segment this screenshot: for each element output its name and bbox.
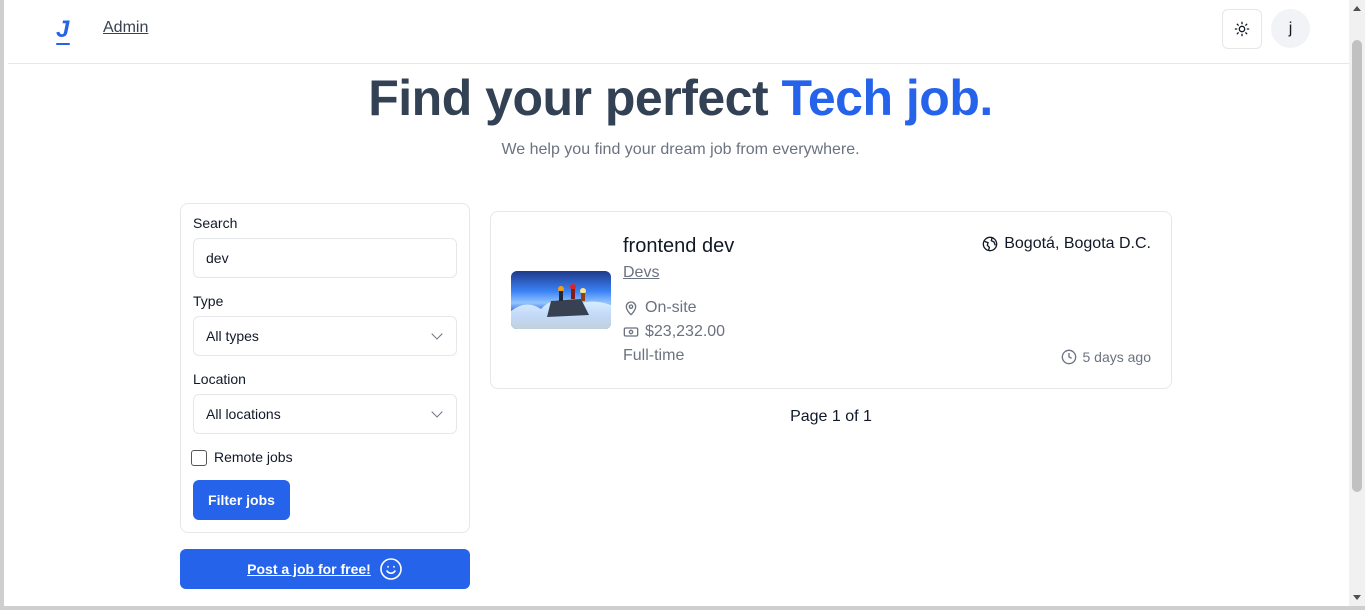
scroll-down-arrow-icon[interactable] [1353,595,1361,600]
page-title: Find your perfect Tech job. [8,68,1353,128]
location-select[interactable]: All locations [193,394,457,434]
admin-link[interactable]: Admin [103,19,148,37]
browser-viewport: J Admin j Find your perfect Tech job. We… [0,0,1365,610]
filter-panel: Search dev Type All types Location All l… [180,203,470,533]
globe-icon [982,236,998,252]
logo[interactable]: J [56,16,76,46]
banknote-icon [623,327,639,337]
job-employment-type: Full-time [623,347,684,365]
clock-icon [1061,349,1076,365]
remote-jobs-label[interactable]: Remote jobs [214,449,293,465]
job-location-text: Bogotá, Bogota D.C. [1004,235,1151,252]
chevron-down-icon [431,406,443,418]
logo-letter: J [56,16,70,43]
location-type-text: On-site [645,299,697,316]
employment-type-text: Full-time [623,347,685,364]
logo-underline [56,43,70,45]
top-nav: J Admin j [8,0,1353,64]
job-card[interactable]: frontend dev Devs On-site $23,232.00 Ful… [490,211,1172,389]
job-location: Bogotá, Bogota D.C. [982,235,1151,253]
job-title[interactable]: frontend dev [623,235,734,258]
remote-jobs-checkbox[interactable] [191,450,207,466]
post-job-button[interactable]: Post a job for free! [180,549,470,589]
scrollbar[interactable] [1349,0,1365,606]
chevron-down-icon [431,328,443,340]
company-logo-image [511,271,611,329]
location-label: Location [193,371,246,387]
smile-icon [380,558,402,580]
type-select-value: All types [206,328,259,344]
search-input[interactable]: dev [193,238,457,278]
job-salary: $23,232.00 [623,323,725,341]
job-location-type: On-site [623,299,697,317]
theme-toggle-button[interactable] [1222,9,1262,49]
scrollbar-thumb[interactable] [1352,40,1362,492]
filter-jobs-button[interactable]: Filter jobs [193,480,290,520]
company-link[interactable]: Devs [623,264,659,282]
search-label: Search [193,215,238,231]
page-subtitle: We help you find your dream job from eve… [501,141,860,158]
posted-text: 5 days ago [1082,349,1152,365]
location-select-value: All locations [206,406,281,422]
type-label: Type [193,293,224,309]
page-title-accent: Tech job. [781,70,994,126]
page-title-main: Find your perfect [368,70,769,126]
type-select[interactable]: All types [193,316,457,356]
job-posted-time: 5 days ago [1061,349,1152,365]
map-pin-icon [625,301,637,316]
sun-icon [1234,21,1250,37]
user-avatar[interactable]: j [1271,9,1310,48]
salary-text: $23,232.00 [645,323,726,340]
scroll-up-arrow-icon[interactable] [1353,6,1361,11]
pagination-label: Page 1 of 1 [790,408,872,425]
post-job-label: Post a job for free! [247,561,371,577]
